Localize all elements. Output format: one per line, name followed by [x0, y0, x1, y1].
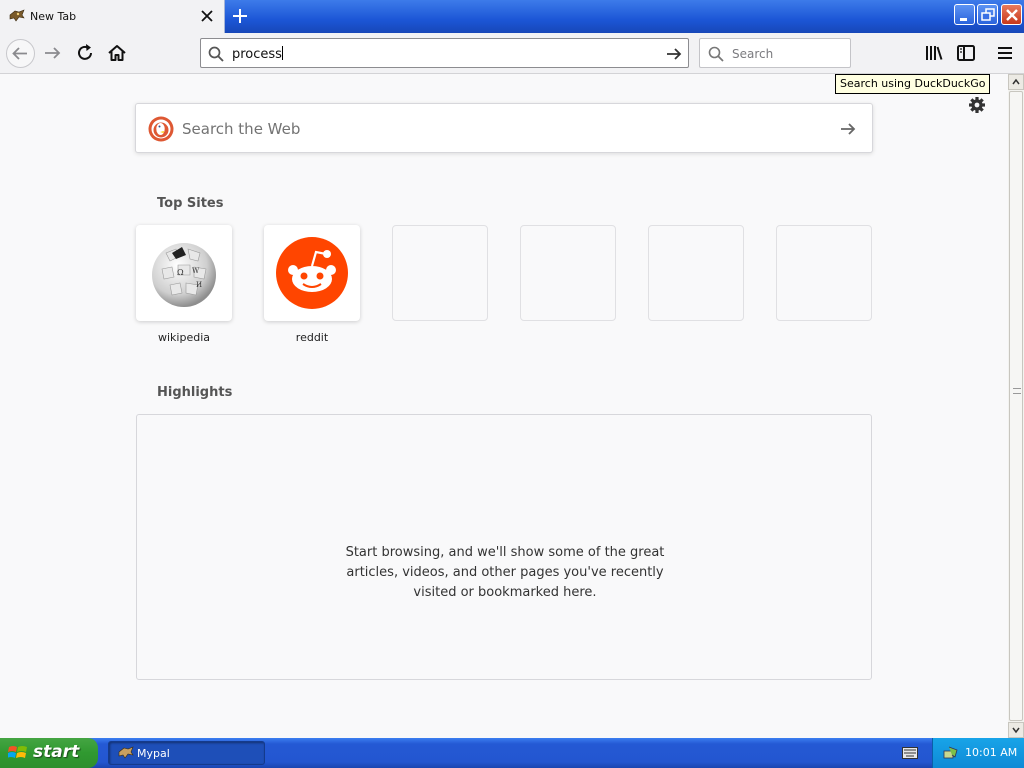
title-bar[interactable]: New Tab — [0, 0, 1024, 33]
chevron-up-icon — [1012, 78, 1020, 85]
search-icon — [708, 46, 724, 62]
clock: 10:01 AM — [965, 746, 1018, 759]
top-site-label: wikipedia — [157, 331, 210, 344]
new-tab-page: Search the Web Top Sites Ω W И wikipedia — [0, 74, 1008, 738]
restore-button[interactable] — [977, 4, 998, 25]
forward-arrow-icon[interactable] — [41, 41, 65, 65]
search-bar-placeholder: Search — [732, 47, 774, 61]
system-tray: 10:01 AM — [932, 738, 1024, 768]
wikipedia-globe-icon: Ω W И — [152, 243, 216, 307]
new-tab-icon[interactable] — [231, 7, 249, 25]
url-bar[interactable]: process — [200, 38, 689, 68]
top-site-tile-empty[interactable] — [776, 225, 872, 321]
svg-text:Ω: Ω — [177, 268, 184, 277]
highlights-title: Highlights — [157, 385, 233, 400]
search-engine-tooltip: Search using DuckDuckGo — [835, 74, 991, 94]
mypal-favicon-icon — [9, 9, 25, 22]
settings-gear-icon[interactable] — [967, 95, 987, 115]
mypal-app-icon — [118, 746, 134, 759]
close-window-button[interactable] — [1001, 4, 1022, 25]
vertical-scrollbar[interactable] — [1008, 74, 1024, 738]
hamburger-menu-icon[interactable] — [993, 41, 1017, 65]
svg-text:И: И — [196, 281, 202, 289]
minimize-icon — [960, 18, 967, 21]
search-submit-arrow-icon[interactable] — [838, 119, 858, 139]
scroll-down-button[interactable] — [1008, 722, 1024, 738]
top-site-tile-empty[interactable] — [520, 225, 616, 321]
search-icon — [208, 46, 224, 62]
minimize-button[interactable] — [954, 4, 975, 25]
top-site-tile-reddit[interactable] — [264, 225, 360, 321]
network-icon[interactable] — [943, 745, 959, 761]
top-site-label: reddit — [295, 331, 329, 344]
start-label: start — [33, 742, 80, 762]
start-button[interactable]: start — [0, 738, 98, 768]
svg-text:W: W — [192, 267, 200, 275]
library-icon[interactable] — [922, 41, 946, 65]
reload-icon[interactable] — [73, 41, 97, 65]
top-sites-title: Top Sites — [157, 196, 224, 211]
keyboard-icon[interactable] — [902, 747, 918, 759]
top-site-tile-empty[interactable] — [392, 225, 488, 321]
restore-icon — [981, 8, 995, 21]
url-value: process — [232, 47, 282, 62]
go-arrow-icon[interactable] — [665, 45, 683, 63]
scrollbar-grip — [1013, 388, 1021, 394]
top-site-tile-empty[interactable] — [648, 225, 744, 321]
sidebar-icon[interactable] — [954, 41, 978, 65]
chevron-down-icon — [1012, 727, 1020, 734]
url-input[interactable]: process — [232, 46, 283, 62]
taskbar-item-label: Mypal — [137, 747, 170, 760]
back-arrow-icon — [12, 47, 27, 60]
taskbar: start Mypal 10:01 AM — [0, 738, 1024, 768]
taskbar-item-mypal[interactable]: Mypal — [108, 741, 265, 765]
text-caret — [281, 46, 283, 60]
close-icon — [1006, 9, 1018, 21]
web-search-box[interactable]: Search the Web — [135, 103, 873, 153]
web-search-placeholder: Search the Web — [182, 120, 301, 138]
tab-new-tab[interactable]: New Tab — [0, 0, 225, 33]
tab-title: New Tab — [30, 10, 77, 23]
scrollbar-thumb[interactable] — [1009, 91, 1023, 721]
navigation-toolbar: process Search — [0, 33, 1024, 74]
search-bar[interactable]: Search — [699, 38, 851, 68]
back-button[interactable] — [6, 39, 35, 68]
scroll-up-button[interactable] — [1008, 74, 1024, 90]
home-icon[interactable] — [105, 41, 129, 65]
duckduckgo-logo-icon — [148, 116, 174, 142]
top-site-tile-wikipedia[interactable]: Ω W И — [136, 225, 232, 321]
highlights-empty-message: Start browsing, and we'll show some of t… — [345, 545, 665, 600]
windows-flag-icon — [8, 746, 27, 758]
tab-close-icon[interactable] — [199, 8, 215, 24]
reddit-alien-icon — [276, 237, 348, 309]
highlights-panel: Start browsing, and we'll show some of t… — [136, 414, 872, 680]
